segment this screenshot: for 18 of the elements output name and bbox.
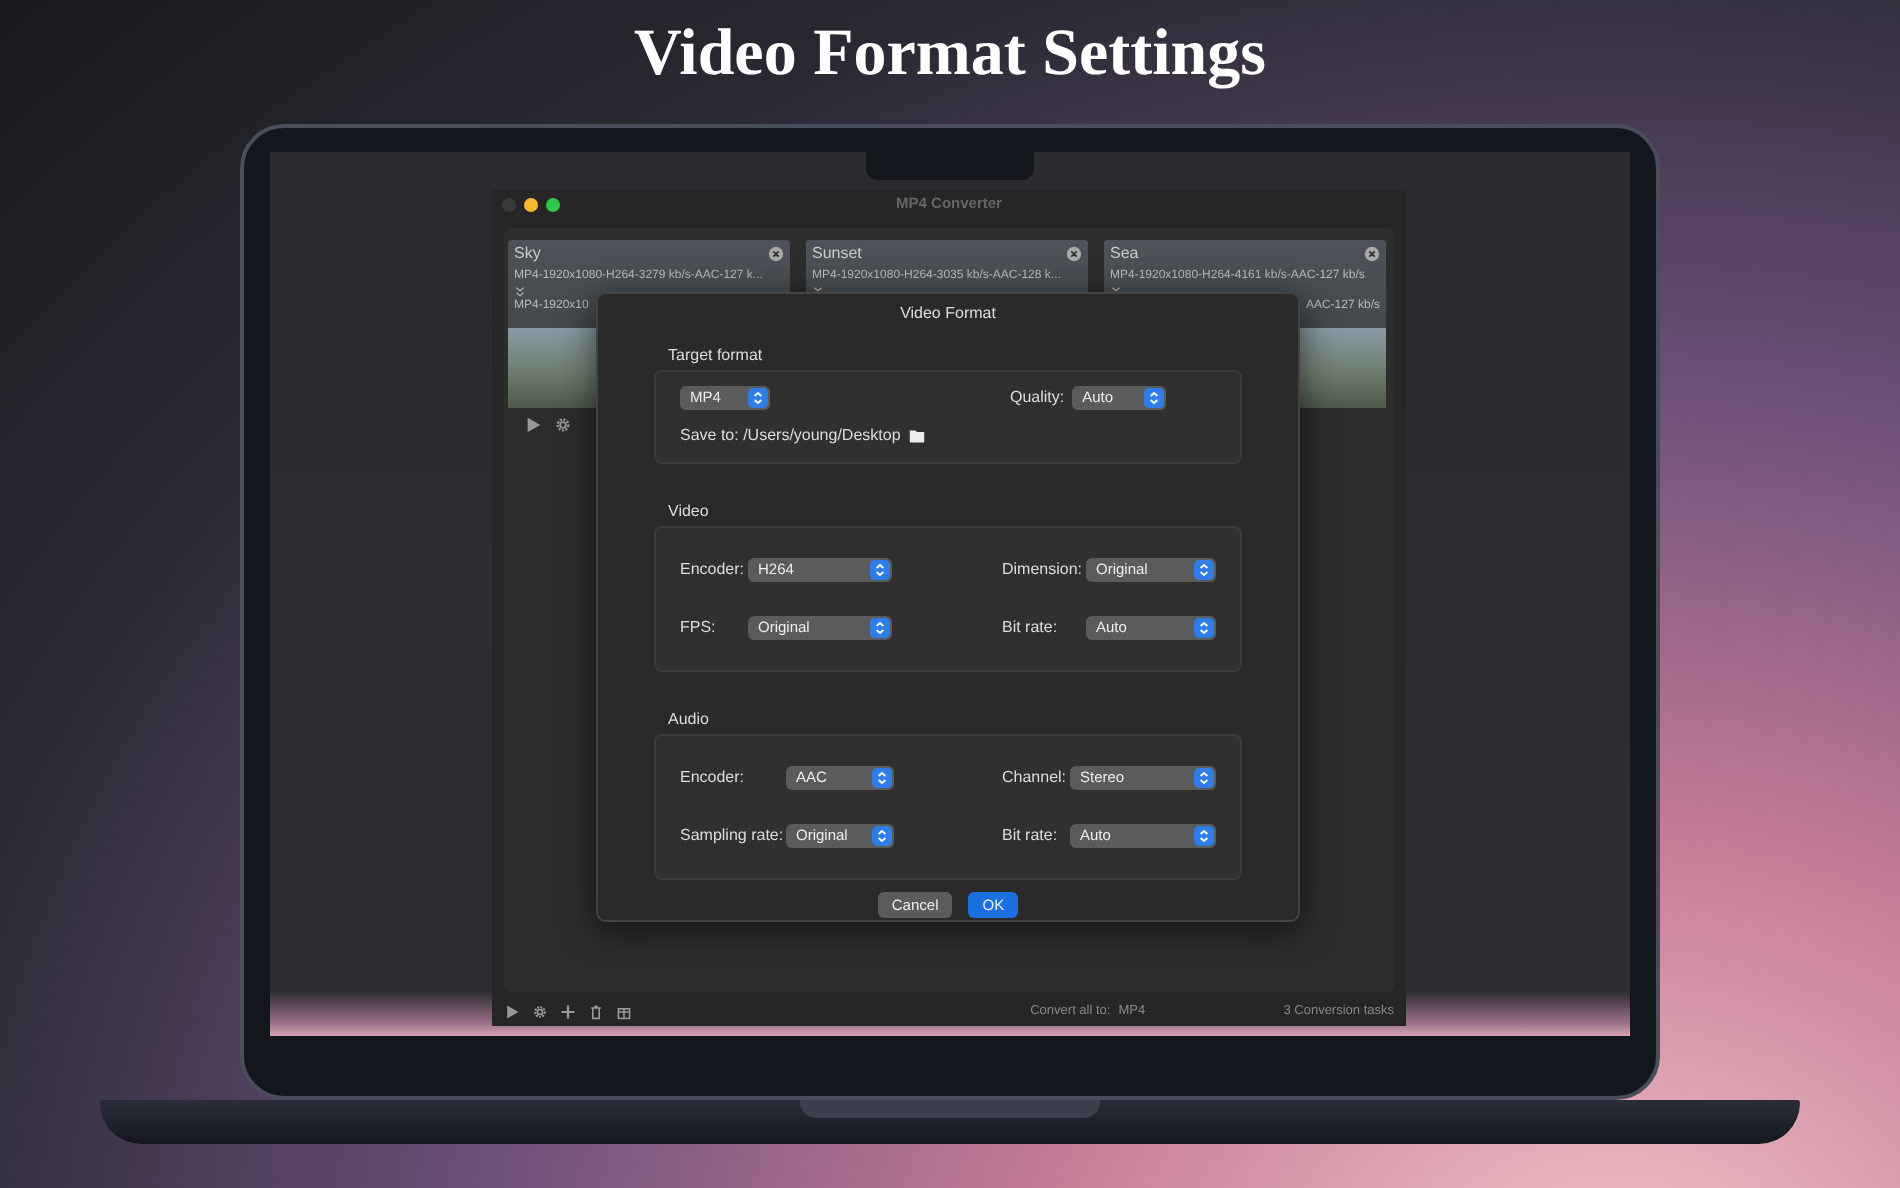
section-title: Audio xyxy=(668,708,711,732)
task-name: Sea xyxy=(1110,242,1139,266)
task-name: Sky xyxy=(514,242,541,266)
field-label: Channel: xyxy=(1002,766,1069,790)
field-label: Dimension: xyxy=(1002,558,1085,582)
field-label: Sampling rate: xyxy=(680,824,786,848)
field-label: Bit rate: xyxy=(1002,616,1060,640)
section-title: Target format xyxy=(668,344,765,368)
task-name: Sunset xyxy=(812,242,862,266)
field-label: FPS: xyxy=(680,616,718,640)
field-label: Bit rate: xyxy=(1002,824,1060,848)
field-label: Quality: xyxy=(1010,386,1065,410)
page-title: Video Format Settings xyxy=(632,16,1268,94)
field-label: Encoder: xyxy=(680,766,747,790)
section-title: Video xyxy=(668,500,711,524)
save-path: Save to: /Users/young/Desktop xyxy=(680,424,901,448)
dialog-title: Video Format xyxy=(898,302,998,326)
field-label: Encoder: xyxy=(680,558,747,582)
